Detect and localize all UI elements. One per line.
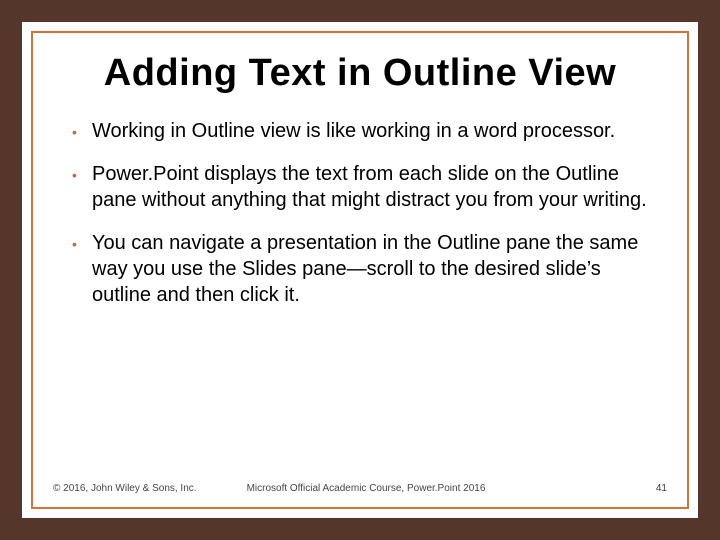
list-item: Working in Outline view is like working … xyxy=(72,119,648,145)
bullet-icon xyxy=(72,162,92,182)
bullet-list: Working in Outline view is like working … xyxy=(72,119,648,309)
bullet-icon xyxy=(72,231,92,251)
bullet-icon xyxy=(72,119,92,139)
bullet-text: You can navigate a presentation in the O… xyxy=(92,231,648,308)
list-item: You can navigate a presentation in the O… xyxy=(72,231,648,308)
slide-title: Adding Text in Outline View xyxy=(58,52,662,95)
bullet-text: Working in Outline view is like working … xyxy=(92,119,648,145)
list-item: Power.Point displays the text from each … xyxy=(72,162,648,213)
slide-content: Adding Text in Outline View Working in O… xyxy=(22,22,698,518)
slide-frame: Adding Text in Outline View Working in O… xyxy=(0,0,720,540)
slide-card: Adding Text in Outline View Working in O… xyxy=(22,22,698,518)
bullet-text: Power.Point displays the text from each … xyxy=(92,162,648,213)
